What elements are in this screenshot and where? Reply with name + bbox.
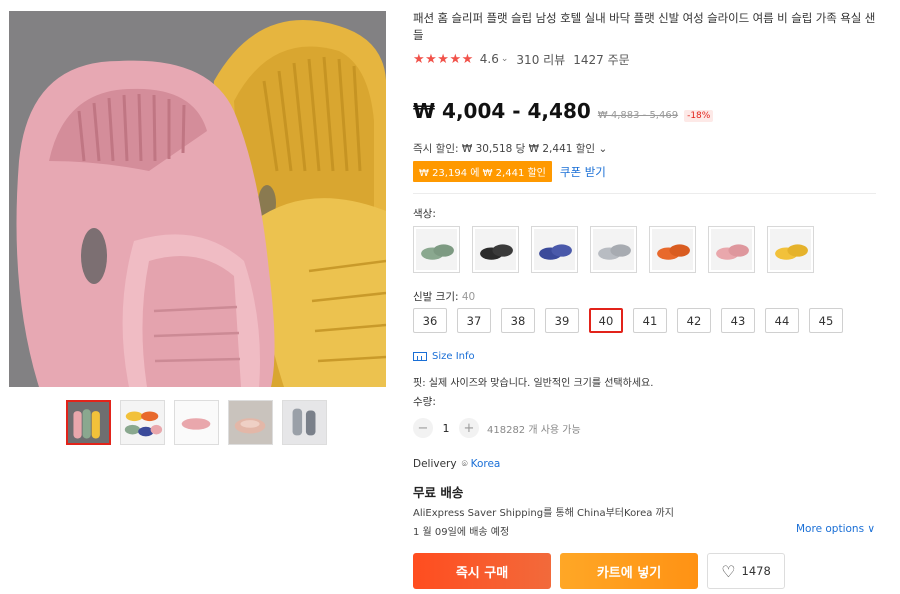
instant-discount-text: 즉시 할인: ₩ 30,518 당 ₩ 2,441 할인 — [413, 143, 596, 155]
get-coupon-link[interactable]: 쿠폰 받기 — [560, 164, 606, 180]
color-option-black[interactable] — [472, 226, 519, 273]
color-option-orange[interactable] — [649, 226, 696, 273]
color-option-grey[interactable] — [590, 226, 637, 273]
free-shipping: 무료 배송 — [413, 485, 464, 500]
current-price: ₩ 4,004 - 4,480 — [413, 99, 591, 123]
wishlist-button[interactable]: ♡ 1478 — [707, 553, 785, 589]
size-option[interactable]: 41 — [633, 308, 667, 333]
delivery-date: 1 월 09일에 배송 예정 — [413, 527, 510, 538]
chevron-down-icon[interactable]: ⌄ — [501, 54, 509, 64]
size-label-text: 신발 크기: — [413, 291, 462, 303]
coupon-row: ₩ 23,194 에 ₩ 2,441 할인 쿠폰 받기 — [413, 161, 606, 182]
product-title: 패션 홈 슬리퍼 플랫 슬립 남성 호텔 실내 바닥 플랫 신발 여성 슬라이드… — [413, 11, 876, 42]
original-price: ₩ 4,883 - 5,469 — [597, 110, 679, 121]
quantity-value[interactable]: 1 — [433, 422, 459, 435]
size-option[interactable]: 37 — [457, 308, 491, 333]
thumbnail-5[interactable] — [282, 400, 327, 445]
quantity-available: 418282 개 사용 가능 — [487, 424, 581, 436]
size-option[interactable]: 45 — [809, 308, 843, 333]
more-options-link[interactable]: More options ∨ — [796, 523, 875, 535]
fit-note: 핏: 실제 사이즈와 맞습니다. 일반적인 크기를 선택하세요. — [413, 378, 654, 389]
instant-discount[interactable]: 즉시 할인: ₩ 30,518 당 ₩ 2,441 할인 ⌄ — [413, 141, 607, 156]
thumbnail-1[interactable] — [66, 400, 111, 445]
size-info-link[interactable]: Size Info — [413, 351, 475, 362]
size-option[interactable]: 42 — [677, 308, 711, 333]
product-details: 패션 홈 슬리퍼 플랫 슬립 남성 호텔 실내 바닥 플랫 신발 여성 슬라이드… — [413, 10, 883, 589]
size-option[interactable]: 38 — [501, 308, 535, 333]
thumbnail-4[interactable] — [228, 400, 273, 445]
size-info-text: Size Info — [432, 351, 475, 362]
color-options — [413, 226, 814, 273]
heart-icon: ♡ — [721, 561, 736, 581]
color-option-green[interactable] — [413, 226, 460, 273]
chevron-down-icon[interactable]: ⌄ — [598, 143, 607, 155]
color-label: 색상: — [413, 208, 436, 220]
thumbnail-strip — [66, 400, 327, 445]
price-row: ₩ 4,004 - 4,480 ₩ 4,883 - 5,469 -18% — [413, 99, 714, 123]
size-selected-value: 40 — [461, 291, 476, 303]
buy-now-button[interactable]: 즉시 구매 — [413, 553, 551, 589]
main-product-image[interactable] — [9, 11, 386, 387]
minus-icon[interactable]: − — [413, 418, 433, 438]
delivery-label: Delivery — [413, 458, 457, 470]
thumbnail-2[interactable] — [120, 400, 165, 445]
size-label: 신발 크기: 40 — [413, 289, 475, 304]
add-to-cart-button[interactable]: 카트에 넣기 — [560, 553, 698, 589]
coupon-tag: ₩ 23,194 에 ₩ 2,441 할인 — [413, 161, 552, 182]
location-pin-icon: ⌾ — [461, 458, 468, 470]
ruler-icon — [413, 352, 427, 361]
size-option[interactable]: 39 — [545, 308, 579, 333]
color-option-navy[interactable] — [531, 226, 578, 273]
size-option[interactable]: 44 — [765, 308, 799, 333]
shipping-method: AliExpress Saver Shipping를 통해 China부터Kor… — [413, 508, 674, 519]
action-buttons: 즉시 구매 카트에 넣기 ♡ 1478 — [413, 553, 785, 589]
slippers-photo — [9, 11, 386, 387]
size-option-selected[interactable]: 40 — [589, 308, 623, 333]
size-option[interactable]: 43 — [721, 308, 755, 333]
plus-icon[interactable]: + — [459, 418, 479, 438]
delivery-location[interactable]: Korea — [471, 458, 501, 470]
discount-badge: -18% — [684, 110, 714, 122]
rating-row: ★★★★★ 4.6 ⌄ 310 리뷰 1427 주문 — [413, 51, 883, 67]
divider — [413, 193, 876, 194]
thumbnail-3[interactable] — [174, 400, 219, 445]
size-options: 36 37 38 39 40 41 42 43 44 45 — [413, 308, 843, 333]
star-rating-icon: ★★★★★ — [413, 51, 474, 67]
delivery-row: Delivery ⌾ Korea — [413, 458, 500, 470]
quantity-label: 수량: — [413, 396, 436, 408]
review-count[interactable]: 310 리뷰 — [516, 51, 565, 68]
wishlist-count: 1478 — [741, 564, 771, 578]
order-count: 1427 주문 — [573, 52, 630, 67]
rating-score[interactable]: 4.6 — [480, 52, 499, 66]
quantity-stepper: − 1 + 418282 개 사용 가능 — [413, 418, 581, 438]
size-option[interactable]: 36 — [413, 308, 447, 333]
color-option-yellow[interactable] — [767, 226, 814, 273]
color-option-pink[interactable] — [708, 226, 755, 273]
